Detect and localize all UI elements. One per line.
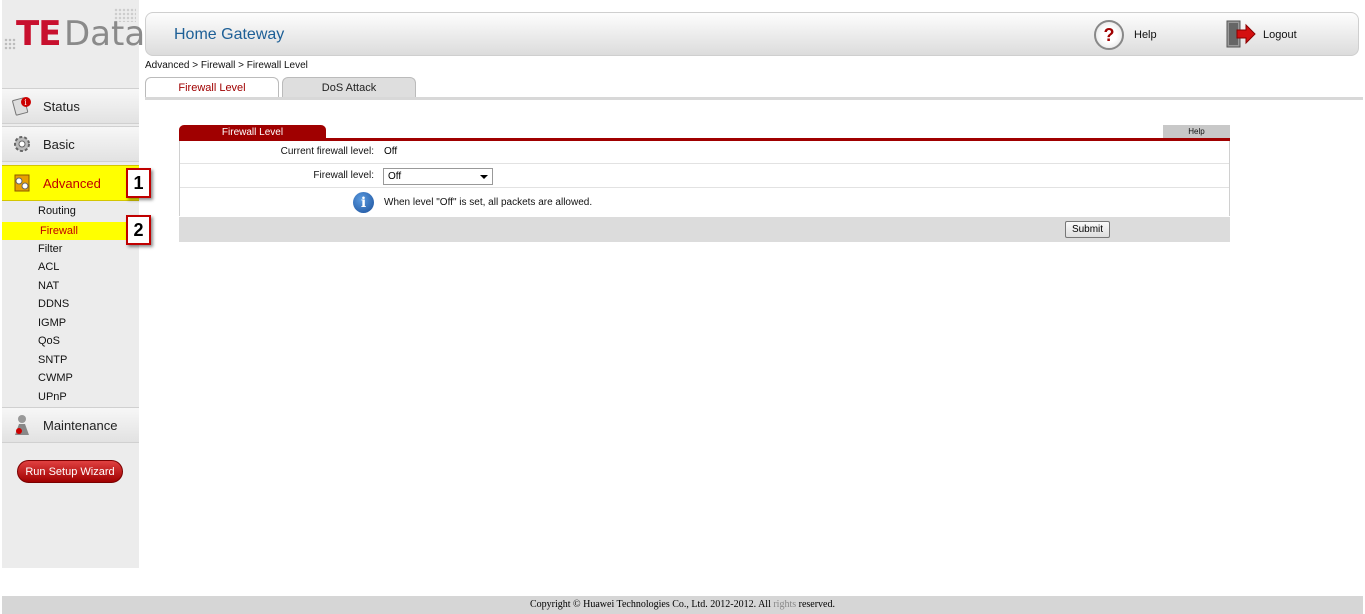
sidebar-item-advanced[interactable]: Advanced xyxy=(2,165,139,201)
gear-icon xyxy=(10,132,34,156)
sidebar-subitem-upnp[interactable]: UPnP xyxy=(38,388,67,406)
current-level-value: Off xyxy=(384,146,398,157)
firewall-level-panel: Firewall Level Help Current firewall lev… xyxy=(179,125,1230,242)
sidebar-subitem-filter[interactable]: Filter xyxy=(38,240,62,258)
help-icon[interactable]: ? xyxy=(1094,20,1124,50)
sidebar-item-status[interactable]: i Status xyxy=(2,88,139,124)
maintenance-icon xyxy=(10,413,34,437)
sidebar-subitem-cwmp[interactable]: CWMP xyxy=(38,369,73,387)
sidebar-item-label: Basic xyxy=(43,136,75,152)
firewall-level-label: Firewall level: xyxy=(313,170,374,181)
page-title: Home Gateway xyxy=(174,26,285,43)
info-message: When level "Off" is set, all packets are… xyxy=(384,197,593,208)
run-setup-wizard-button[interactable]: Run Setup Wizard xyxy=(17,460,123,483)
sidebar-item-basic[interactable]: Basic xyxy=(2,126,139,162)
logo-data: Data xyxy=(64,14,146,54)
panel-body: Current firewall level: Off Firewall lev… xyxy=(179,141,1230,216)
sidebar-subitem-routing[interactable]: Routing xyxy=(38,202,76,220)
sidebar-subitem-sntp[interactable]: SNTP xyxy=(38,351,67,369)
sidebar-item-maintenance[interactable]: Maintenance xyxy=(2,407,139,443)
panel-title-tab: Firewall Level xyxy=(179,125,326,139)
sidebar-subitem-acl[interactable]: ACL xyxy=(38,258,59,276)
tab-divider xyxy=(145,97,1363,100)
page-root: TE Data i Status Basic Advanced Routing … xyxy=(0,0,1365,614)
sidebar-item-label: Maintenance xyxy=(43,417,118,433)
sidebar-subitem-qos[interactable]: QoS xyxy=(38,332,60,350)
row-firewall-level: Firewall level: Off xyxy=(180,165,1229,188)
tab-dos-attack[interactable]: DoS Attack xyxy=(282,77,416,98)
row-info: i When level "Off" is set, all packets a… xyxy=(180,189,1229,213)
current-level-label: Current firewall level: xyxy=(280,146,374,157)
copyright-reserved: reserved. xyxy=(798,599,835,610)
te-data-logo: TE Data xyxy=(2,8,145,58)
chevron-down-icon xyxy=(480,175,488,179)
sidebar-subitem-ddns[interactable]: DDNS xyxy=(38,295,69,313)
sidebar-subitem-igmp[interactable]: IGMP xyxy=(38,314,66,332)
panel-help-link[interactable]: Help xyxy=(1163,125,1230,138)
row-current-level: Current firewall level: Off xyxy=(180,141,1229,164)
svg-text:i: i xyxy=(24,98,27,107)
logout-icon[interactable] xyxy=(1224,19,1256,49)
header-bar: Home Gateway ? Help Logout xyxy=(145,12,1359,56)
sidebar-subitem-nat[interactable]: NAT xyxy=(38,277,59,295)
advanced-icon xyxy=(10,171,34,195)
help-link[interactable]: Help xyxy=(1134,29,1157,41)
sidebar-item-label: Status xyxy=(43,98,80,114)
sidebar-subitem-firewall[interactable]: Firewall xyxy=(2,222,126,240)
firewall-level-select[interactable]: Off xyxy=(383,168,493,185)
copyright-rights: rights xyxy=(773,599,797,610)
annotation-marker-1: 1 xyxy=(126,168,151,198)
panel-footer: Submit xyxy=(179,217,1230,242)
logout-link[interactable]: Logout xyxy=(1263,29,1297,41)
status-icon: i xyxy=(10,94,34,118)
info-icon: i xyxy=(353,192,374,213)
annotation-marker-2: 2 xyxy=(126,215,151,245)
sidebar-item-label: Advanced xyxy=(43,175,101,191)
copyright-text: Copyright © Huawei Technologies Co., Ltd… xyxy=(529,599,771,610)
breadcrumb: Advanced > Firewall > Firewall Level xyxy=(145,60,308,71)
copyright-footer: Copyright © Huawei Technologies Co., Ltd… xyxy=(2,596,1363,614)
submit-button[interactable]: Submit xyxy=(1065,221,1110,238)
logo-te: TE xyxy=(16,14,61,54)
tab-firewall-level[interactable]: Firewall Level xyxy=(145,77,279,98)
logo-dots-icon xyxy=(4,38,16,50)
firewall-level-selected: Off xyxy=(388,171,402,182)
